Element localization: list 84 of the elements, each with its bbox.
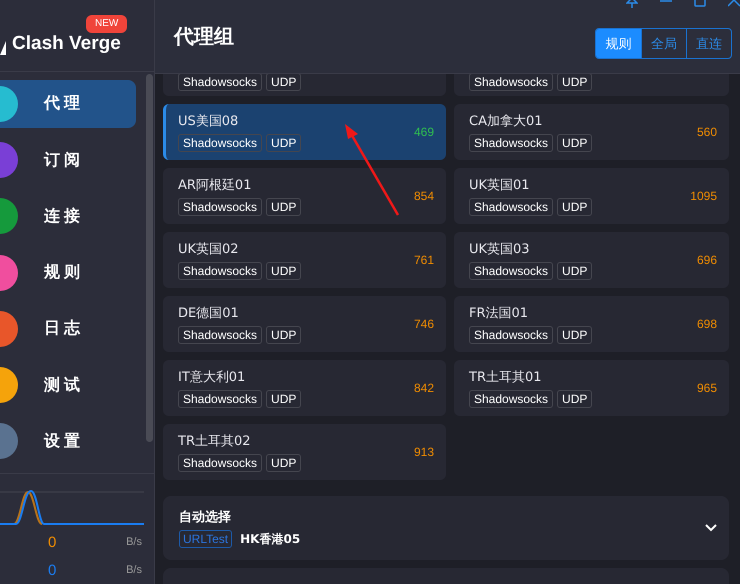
protocol-tag: UDP xyxy=(557,198,592,216)
nav-item[interactable]: 日志 xyxy=(0,305,136,353)
protocol-tag: UDP xyxy=(266,74,302,91)
proxy-card[interactable]: IT意大利01 Shadowsocks UDP 842 xyxy=(163,360,446,416)
proxy-card[interactable]: DE德国01 Shadowsocks UDP 746 xyxy=(163,296,446,352)
protocol-tag: Shadowsocks xyxy=(469,134,554,152)
nav-item[interactable]: 代理 xyxy=(0,80,136,128)
nav-item[interactable]: 连接 xyxy=(0,192,136,240)
delay-value: 965 xyxy=(696,381,717,395)
protocol-tag: UDP xyxy=(557,74,592,91)
protocol-tag: UDP xyxy=(266,198,302,216)
app-name: Clash Verge xyxy=(12,33,121,56)
protocol-tag: Shadowsocks xyxy=(178,198,262,216)
nav-item[interactable]: 设置 xyxy=(0,418,136,465)
proxy-card[interactable]: Shadowsocks UDP xyxy=(163,74,446,96)
proxy-name: UK英国02 xyxy=(178,241,240,258)
scrollbar[interactable] xyxy=(146,74,153,442)
delay-value: 842 xyxy=(414,381,434,395)
proxy-card[interactable]: AR阿根廷01 Shadowsocks UDP 854 xyxy=(163,168,446,224)
proxy-card[interactable]: UK英国01 Shadowsocks UDP 1095 xyxy=(454,168,729,224)
proxy-name: UK英国03 xyxy=(469,241,531,258)
delay-value: 1095 xyxy=(690,189,717,203)
delay-value: 560 xyxy=(696,125,717,139)
mode-tab[interactable]: 全局 xyxy=(641,29,686,58)
protocol-tag: UDP xyxy=(557,134,592,152)
proxy-name: FR法国01 xyxy=(469,305,530,322)
proxy-name: IT意大利01 xyxy=(178,369,246,386)
proxy-card[interactable]: TR土耳其02 Shadowsocks UDP 913 xyxy=(163,424,446,480)
page-title: 代理组 xyxy=(174,23,234,50)
group-type-tag: URLTest xyxy=(179,530,232,548)
protocol-tag: UDP xyxy=(266,390,302,408)
protocol-tag: UDP xyxy=(557,390,592,408)
protocol-tag: Shadowsocks xyxy=(178,74,262,91)
group-card[interactable]: 自动选择 URLTest HK香港05 xyxy=(163,496,729,560)
protocol-tag: Shadowsocks xyxy=(469,326,554,344)
traffic-value: 0 xyxy=(48,562,56,578)
proxy-name: TR土耳其02 xyxy=(178,433,252,450)
proxy-card[interactable]: Shadowsocks UDP xyxy=(454,74,729,96)
traffic-unit: B/s xyxy=(126,536,142,548)
delay-value: 698 xyxy=(696,317,717,331)
protocol-tag: UDP xyxy=(266,454,302,472)
proxy-name: US美国08 xyxy=(178,113,240,130)
group-name: 自动选择 xyxy=(179,509,232,526)
delay-value: 913 xyxy=(414,445,434,459)
proxy-card[interactable]: CA加拿大01 Shadowsocks UDP 560 xyxy=(454,104,729,160)
nav-item[interactable]: 测试 xyxy=(0,362,136,409)
protocol-tag: UDP xyxy=(557,326,592,344)
new-badge: NEW xyxy=(86,15,128,33)
protocol-tag: UDP xyxy=(266,326,302,344)
delay-value: 469 xyxy=(414,125,434,139)
protocol-tag: Shadowsocks xyxy=(469,390,554,408)
chevron-icon[interactable] xyxy=(705,524,717,532)
proxy-name: TR土耳其01 xyxy=(469,369,543,386)
proxy-card[interactable]: FR法国01 Shadowsocks UDP 698 xyxy=(454,296,729,352)
nav-item[interactable]: 订阅 xyxy=(0,136,136,184)
protocol-tag: Shadowsocks xyxy=(469,74,554,91)
protocol-tag: UDP xyxy=(557,262,592,280)
proxy-name: AR阿根廷01 xyxy=(178,177,252,194)
logo-icon xyxy=(0,41,6,56)
protocol-tag: Shadowsocks xyxy=(178,262,262,280)
protocol-tag: Shadowsocks xyxy=(178,134,262,152)
proxy-name: UK英国01 xyxy=(469,177,531,194)
proxy-card[interactable]: UK英国02 Shadowsocks UDP 761 xyxy=(163,232,446,288)
protocol-tag: Shadowsocks xyxy=(178,454,262,472)
proxy-card[interactable]: US美国08 Shadowsocks UDP 469 xyxy=(163,104,446,160)
protocol-tag: Shadowsocks xyxy=(178,390,262,408)
proxy-name: CA加拿大01 xyxy=(469,113,544,130)
traffic-value: 0 xyxy=(48,534,56,550)
delay-value: 746 xyxy=(414,317,434,331)
nav-item[interactable]: 规则 xyxy=(0,249,136,296)
delay-value: 854 xyxy=(414,189,434,203)
protocol-tag: Shadowsocks xyxy=(469,198,554,216)
protocol-tag: UDP xyxy=(266,134,302,152)
proxy-name: DE德国01 xyxy=(178,305,240,322)
traffic-unit: B/s xyxy=(126,564,142,576)
protocol-tag: UDP xyxy=(266,262,302,280)
current-proxy: HK香港05 xyxy=(240,530,300,548)
mode-tab[interactable]: 直连 xyxy=(686,29,731,58)
delay-value: 696 xyxy=(696,253,717,267)
protocol-tag: Shadowsocks xyxy=(469,262,554,280)
proxy-card[interactable]: UK英国03 Shadowsocks UDP 696 xyxy=(454,232,729,288)
delay-value: 761 xyxy=(414,253,434,267)
protocol-tag: Shadowsocks xyxy=(178,326,262,344)
proxy-card[interactable]: TR土耳其01 Shadowsocks UDP 965 xyxy=(454,360,729,416)
